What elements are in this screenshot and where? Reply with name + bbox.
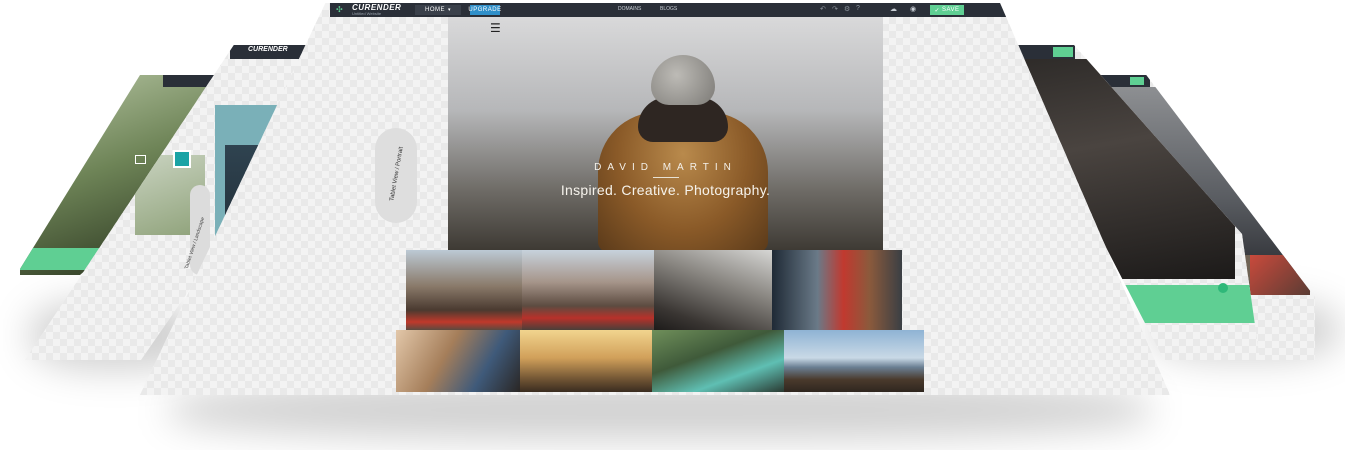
undo-icon[interactable]: ↶ [820,5,826,13]
right-back-tile-right [1250,255,1310,295]
left-mid-brand: CURENDER [248,46,288,53]
device-label-portrait: Tablet View / Portrait [389,146,405,202]
far-left-device-icon[interactable] [135,155,146,164]
save-button-label: SAVE [941,7,960,13]
car-interior-photo[interactable] [654,250,772,330]
hero-name: DAVID MARTIN [594,162,737,173]
cloud-icon[interactable]: ☁ [890,5,897,13]
left-mid-device-switcher[interactable] [173,150,191,168]
hero-figure-beanie [651,55,715,105]
street-tram-photo[interactable] [522,250,654,330]
right-front-save[interactable] [1053,47,1073,57]
orientation-pill[interactable]: Tablet View / Portrait [375,128,417,223]
check-icon: ✓ [934,7,940,14]
page-menu[interactable]: HOME ▾ [415,5,461,15]
brand-logo-icon: ✣ [336,5,343,14]
red-mailbox-photo[interactable] [772,250,902,330]
photo-gallery [383,250,924,392]
street-bus-photo[interactable] [406,250,522,330]
right-front-badge[interactable] [1218,283,1228,293]
page-menu-label: HOME [424,7,445,13]
pier-sunset-photo[interactable] [784,330,924,392]
upgrade-button[interactable]: UPGRADE [468,5,502,15]
save-button[interactable]: ✓ SAVE [930,5,964,15]
hero-name-divider [653,177,679,178]
station-hall-photo[interactable] [520,330,652,392]
hero-photo: ☰ DAVID MARTIN Inspired. Creative. Photo… [448,17,883,252]
redo-icon[interactable]: ↷ [832,5,838,13]
help-icon[interactable]: ? [856,5,860,12]
chevron-down-icon: ▾ [447,7,451,13]
upgrade-button-label: UPGRADE [468,7,502,13]
nav-link-blogs[interactable]: BLOGS [660,6,677,12]
right-back-save[interactable] [1130,77,1144,85]
main-toolbar: ✣ CURENDER Untitled Website HOME ▾ UPGRA… [330,3,1170,17]
preview-eye-icon[interactable]: ◉ [910,5,916,13]
settings-icon[interactable]: ⚙ [844,5,850,13]
hamburger-menu-icon[interactable]: ☰ [490,22,501,34]
scooter-photo[interactable] [652,330,784,392]
nav-link-domains[interactable]: DOMAINS [618,6,641,12]
hero-tagline: Inspired. Creative. Photography. [560,182,771,198]
brand-subtitle: Untitled Website [352,11,382,16]
seated-person-photo[interactable] [396,330,520,392]
